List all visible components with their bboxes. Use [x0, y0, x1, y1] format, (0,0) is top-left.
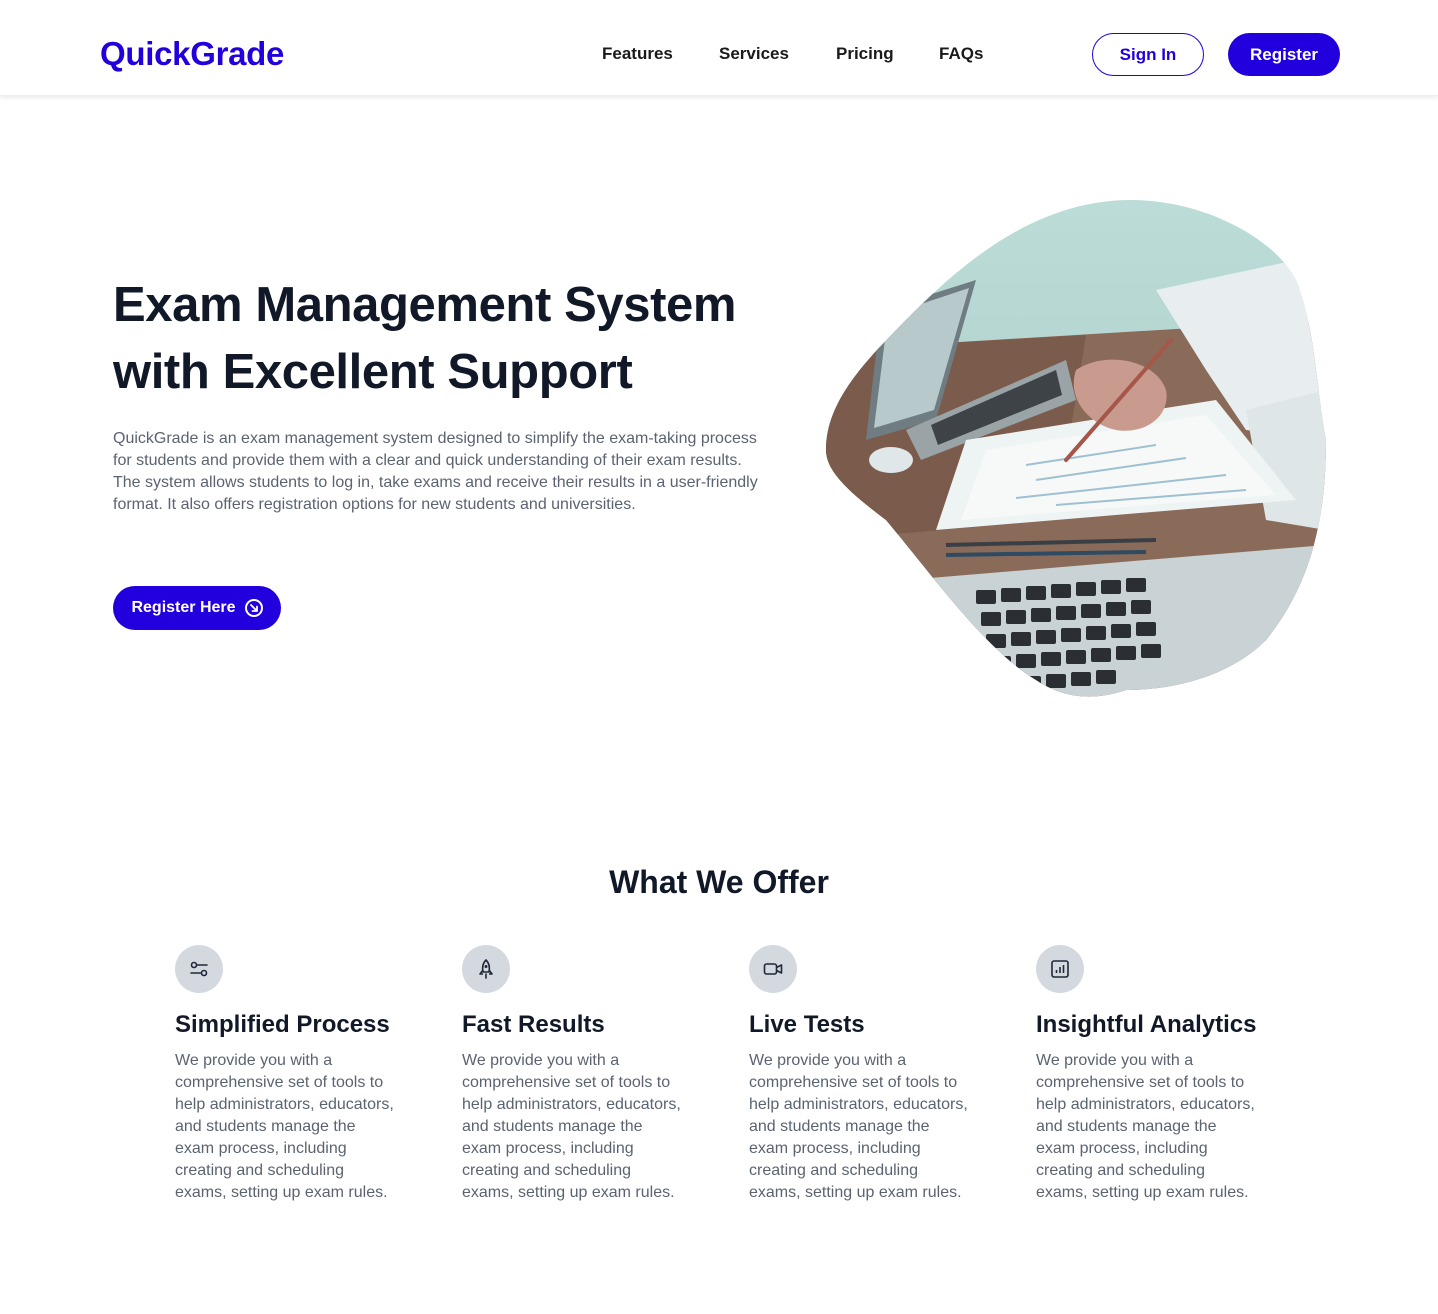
offer-card-title: Live Tests [749, 1011, 865, 1038]
toggle-settings-icon [175, 945, 223, 993]
offer-card-insightful-analytics: Insightful Analytics We provide you with… [1036, 945, 1276, 1204]
hero-title-line1: Exam Management System [113, 278, 737, 332]
offer-card-text: We provide you with a comprehensive set … [462, 1052, 681, 1201]
offer-card-simplified-process: Simplified Process We provide you with a… [175, 945, 415, 1204]
offer-card-text: We provide you with a comprehensive set … [749, 1052, 968, 1201]
offer-card-title: Fast Results [462, 1011, 605, 1038]
hero-title: Exam Management System with Excellent Su… [113, 272, 813, 406]
nav-services[interactable]: Services [719, 43, 789, 65]
offer-card-text: We provide you with a comprehensive set … [1036, 1052, 1255, 1201]
register-here-button[interactable]: Register Here [113, 586, 281, 630]
offer-card-text: We provide you with a comprehensive set … [175, 1052, 394, 1201]
nav-features[interactable]: Features [602, 43, 673, 65]
brand-logo[interactable]: QuickGrade [100, 34, 284, 74]
hero-image [826, 200, 1326, 700]
nav-faqs[interactable]: FAQs [939, 43, 983, 65]
offer-card-fast-results: Fast Results We provide you with a compr… [462, 945, 702, 1204]
section-title-offer: What We Offer [609, 864, 829, 900]
analytics-chart-icon [1036, 945, 1084, 993]
sign-in-button[interactable]: Sign In [1092, 33, 1204, 76]
offer-card-live-tests: Live Tests We provide you with a compreh… [749, 945, 989, 1204]
laptop-desk-photo [826, 200, 1326, 697]
offer-card-title: Simplified Process [175, 1011, 390, 1038]
offer-card-title: Insightful Analytics [1036, 1011, 1257, 1038]
nav-pricing[interactable]: Pricing [836, 43, 894, 65]
register-button[interactable]: Register [1228, 33, 1340, 76]
site-header: QuickGrade Features Services Pricing FAQ… [0, 0, 1438, 96]
register-here-label: Register Here [131, 599, 236, 616]
hero-description: QuickGrade is an exam management system … [113, 430, 758, 513]
arrow-circle-icon [244, 599, 263, 617]
video-camera-icon [749, 945, 797, 993]
hero-title-line2: with Excellent Support [113, 345, 633, 399]
rocket-icon [462, 945, 510, 993]
